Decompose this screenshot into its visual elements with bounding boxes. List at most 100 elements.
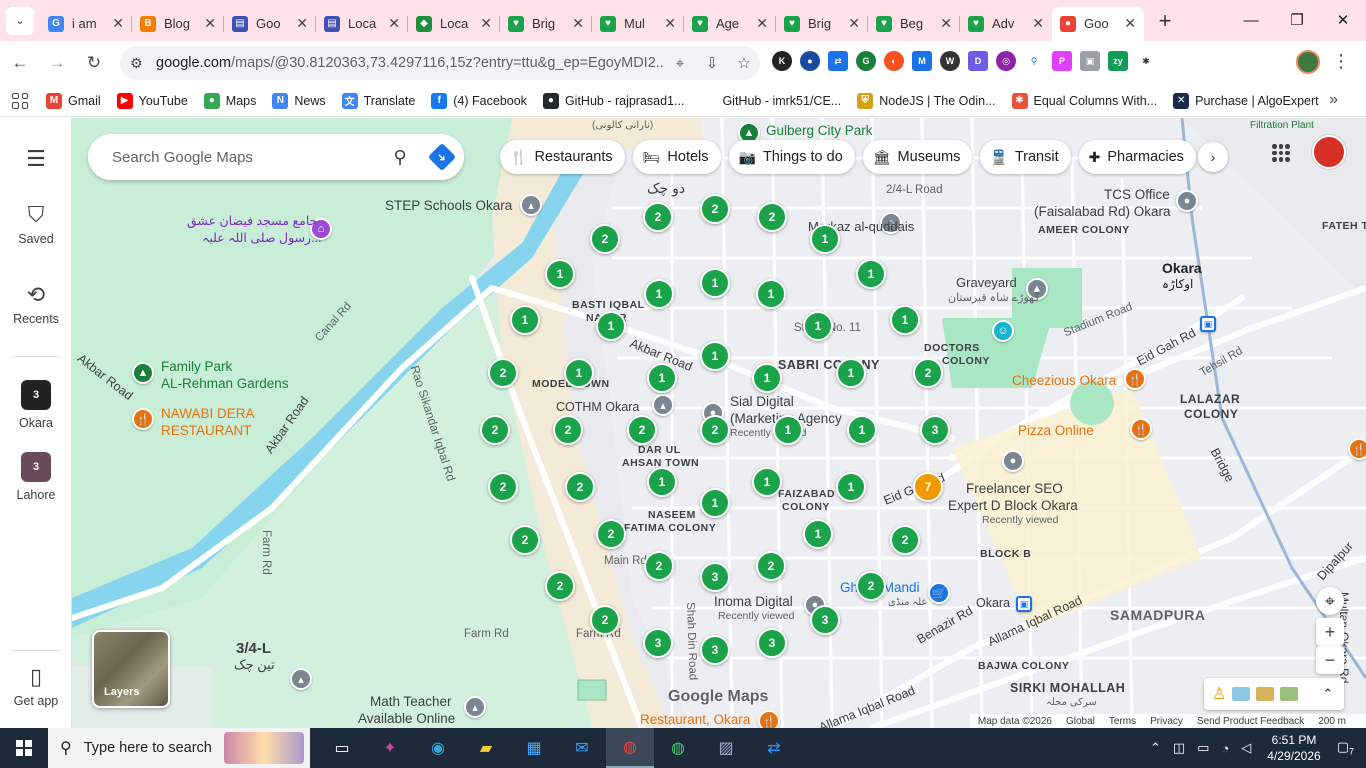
place-cluster-marker[interactable]: 1	[596, 311, 626, 341]
place-cluster-marker[interactable]: 1	[856, 259, 886, 289]
directions-button[interactable]: ➜	[420, 142, 464, 172]
tab-2[interactable]: ▤ Goo ✕	[224, 7, 316, 41]
zoom-in-button[interactable]: +	[1316, 618, 1344, 646]
nawabi-label-1[interactable]: NAWABI DERA	[161, 406, 255, 422]
search-input[interactable]: Search Google Maps	[112, 149, 380, 166]
more-chips-button[interactable]: ›	[1198, 142, 1228, 172]
extensions-puzzle-icon[interactable]: ✱	[1136, 51, 1156, 71]
chip-transit[interactable]: 🚆 Transit	[980, 140, 1071, 174]
tab-5[interactable]: ♥ Brig ✕	[500, 7, 592, 41]
close-tab-icon[interactable]: ✕	[388, 15, 400, 32]
masjid-label-2[interactable]: رسول صلی اللہ علیہ...	[202, 231, 322, 245]
search-icon[interactable]: ⚲	[380, 147, 420, 168]
place-cluster-marker[interactable]: 3	[810, 605, 840, 635]
place-cluster-marker[interactable]: 2	[700, 194, 730, 224]
close-tab-icon[interactable]: ✕	[296, 15, 308, 32]
notifications-button[interactable]: ▢7	[1337, 739, 1354, 757]
close-tab-icon[interactable]: ✕	[112, 15, 124, 32]
place-cluster-marker[interactable]: 1	[644, 279, 674, 309]
tcs-office-label-1[interactable]: TCS Office	[1104, 187, 1170, 203]
family-park-label-2[interactable]: AL-Rehman Gardens	[161, 376, 289, 392]
back-button[interactable]: ←	[3, 46, 37, 80]
nawabi-label-2[interactable]: RESTAURANT	[161, 423, 252, 439]
family-park-label-1[interactable]: Family Park	[161, 359, 232, 375]
google-apps-icon[interactable]	[1272, 144, 1290, 162]
okara-station-icon[interactable]: ▣	[1016, 596, 1032, 612]
my-location-button[interactable]: ⌖	[1316, 587, 1344, 615]
place-cluster-marker[interactable]: 1	[890, 305, 920, 335]
bookmark-7[interactable]: GitHub - imrk51/CE...	[700, 92, 841, 109]
more-bookmarks-icon[interactable]: »	[1329, 91, 1338, 109]
place-cluster-marker[interactable]: 1	[836, 358, 866, 388]
tab-11[interactable]: ● Goo ✕	[1052, 6, 1144, 41]
place-cluster-marker[interactable]: 2	[756, 551, 786, 581]
extension-p-icon[interactable]: P	[1052, 51, 1072, 71]
footer-item-2[interactable]: Terms	[1109, 716, 1136, 727]
extension-k-icon[interactable]: K	[772, 51, 792, 71]
place-cluster-marker[interactable]: 2	[590, 605, 620, 635]
recents-button[interactable]: ⟲ Recents	[0, 282, 72, 326]
task-view-icon[interactable]: ▭	[318, 728, 366, 768]
tab-8[interactable]: ♥ Brig ✕	[776, 7, 868, 41]
bookmark-1[interactable]: ▶ YouTube	[116, 92, 188, 109]
satellite-thumb-icon[interactable]	[1256, 687, 1275, 701]
filtration-label[interactable]: Filtration Plant	[1250, 120, 1314, 132]
market-pin-icon[interactable]: 🛒	[928, 582, 950, 604]
tab-10[interactable]: ♥ Adv ✕	[960, 7, 1052, 41]
place-cluster-marker[interactable]: 1	[803, 519, 833, 549]
network-icon[interactable]: ◔	[1221, 741, 1229, 756]
place-cluster-marker[interactable]: 2	[643, 202, 673, 232]
extension-d-icon[interactable]: D	[968, 51, 988, 71]
extension-grammarly-icon[interactable]: G	[856, 51, 876, 71]
place-cluster-marker[interactable]: 3	[757, 628, 787, 658]
place-cluster-marker[interactable]: 2	[545, 571, 575, 601]
store-icon[interactable]: ▦	[510, 728, 558, 768]
close-tab-icon[interactable]: ✕	[1124, 15, 1136, 32]
place-cluster-marker[interactable]: 2	[644, 551, 674, 581]
place-cluster-marker[interactable]: 2	[856, 571, 886, 601]
tcs-office-label-2[interactable]: (Faisalabad Rd) Okara	[1034, 204, 1171, 220]
close-tab-icon[interactable]: ✕	[848, 15, 860, 32]
place-cluster-marker[interactable]: 2	[627, 415, 657, 445]
tab-1[interactable]: B Blog ✕	[132, 7, 224, 41]
tab-0[interactable]: Gi am ✕	[40, 7, 132, 41]
chip-museums[interactable]: 🏛 Museums	[862, 140, 973, 174]
cheezious-pin-icon[interactable]: 🍴	[1124, 368, 1146, 390]
minimize-button[interactable]: —	[1228, 0, 1274, 40]
sial-digital-label-1[interactable]: Sial Digital	[730, 394, 794, 410]
chip-pharmacies[interactable]: ✚ Pharmacies	[1078, 140, 1196, 174]
chip-things-to-do[interactable]: 📷 Things to do	[728, 140, 855, 174]
close-window-button[interactable]: ✕	[1320, 0, 1366, 40]
extension-m-icon[interactable]: M	[912, 51, 932, 71]
bookmark-4[interactable]: 文 Translate	[341, 92, 415, 109]
tab-3[interactable]: ▤ Loca ✕	[316, 7, 408, 41]
place-cluster-marker[interactable]: 1	[647, 363, 677, 393]
school-pin-icon[interactable]: ▴	[520, 194, 542, 216]
tab-7[interactable]: ♥ Age ✕	[684, 7, 776, 41]
forward-button[interactable]: →	[40, 46, 74, 80]
map-canvas[interactable]: ▲ ▴ ⌂ ⌂ ● ▲ ☺ ▣ ▲ 🍴 🍴 🍴 ▴ ● ● 🛒 ● ▣ ▴ ▴ …	[72, 118, 1366, 728]
place-cluster-marker[interactable]: 3	[700, 635, 730, 665]
copilot-icon[interactable]: ✦	[366, 728, 414, 768]
place-cluster-marker[interactable]: 2	[565, 472, 595, 502]
footer-item-3[interactable]: Privacy	[1150, 716, 1183, 727]
bookmark-9[interactable]: ✱ Equal Columns With...	[1011, 92, 1157, 109]
pizza-pin-icon[interactable]: 🍴	[1130, 418, 1152, 440]
get-app-button[interactable]: ▯ Get app	[0, 664, 72, 708]
place-cluster-marker[interactable]: 3	[920, 415, 950, 445]
place-cluster-marker[interactable]: 7	[913, 472, 943, 502]
taskbar-search[interactable]: ⚲ Type here to search	[48, 728, 310, 768]
chevron-up-icon[interactable]: ⌃	[1322, 686, 1333, 702]
url-text[interactable]: google.com/maps/@30.8120363,73.4297116,1…	[156, 55, 664, 71]
close-tab-icon[interactable]: ✕	[756, 15, 768, 32]
place-cluster-marker[interactable]: 1	[700, 488, 730, 518]
chip-restaurants[interactable]: 🍴 Restaurants	[500, 140, 625, 174]
search-box[interactable]: Search Google Maps ⚲ ➜	[88, 134, 464, 180]
cothm-label[interactable]: COTHM Okara	[556, 400, 639, 414]
footer-item-5[interactable]: 200 m	[1318, 716, 1346, 727]
place-cluster-marker[interactable]: 1	[810, 224, 840, 254]
bookmark-star-icon[interactable]: ☆	[728, 54, 760, 72]
reload-button[interactable]: ↻	[77, 46, 111, 80]
office-pin-icon[interactable]: ●	[1176, 190, 1198, 212]
menu-button[interactable]: ☰	[0, 146, 72, 176]
